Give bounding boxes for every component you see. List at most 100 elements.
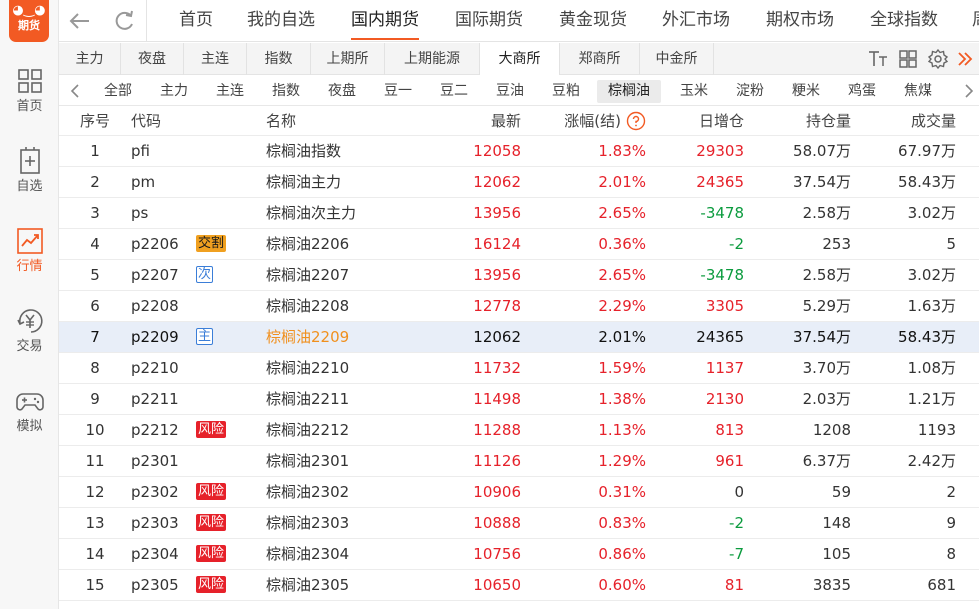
exchange-tab-shfe[interactable]: 上期所 <box>311 43 385 75</box>
sidebar-item-quotes[interactable]: 行情 <box>0 226 59 286</box>
row-last-price: 11498 <box>473 390 521 408</box>
header-name[interactable]: 名称 <box>266 106 426 136</box>
app-logo[interactable]: ◕‿◕ 期货 <box>9 0 49 42</box>
row-change: 1.38% <box>598 390 646 408</box>
category-tab-night[interactable]: 夜盘 <box>319 80 365 103</box>
row-code: pfi <box>131 142 150 160</box>
tab-forex[interactable]: 外汇市场 <box>662 0 730 42</box>
chevron-right-icon[interactable] <box>959 80 979 102</box>
row-oi-change: 2130 <box>705 390 744 408</box>
exchange-tab-night[interactable]: 夜盘 <box>121 43 184 75</box>
table-row[interactable]: 14 p2304 风险 棕榈油2304 10756 0.86% -7 105 8 <box>59 539 979 570</box>
row-change: 0.31% <box>598 483 646 501</box>
table-row[interactable]: 3 ps 棕榈油次主力 13956 2.65% -3478 2.58万 3.02万 <box>59 198 979 229</box>
table-row[interactable]: 1 pfi 棕榈油指数 12058 1.83% 29303 58.07万 67.97万 <box>59 136 979 167</box>
tab-domestic-futures[interactable]: 国内期货 <box>351 0 419 42</box>
header-code[interactable]: 代码 <box>131 106 191 136</box>
row-badge-cell: 次 <box>196 260 236 291</box>
row-badge-cell: 风险 <box>196 570 236 601</box>
tab-international-futures[interactable]: 国际期货 <box>455 0 523 42</box>
row-code: ps <box>131 204 149 222</box>
row-change: 0.36% <box>598 235 646 253</box>
row-position: 2.58万 <box>802 204 851 222</box>
font-size-icon[interactable] <box>867 48 889 70</box>
gear-icon[interactable] <box>927 48 949 70</box>
tab-my-watchlist[interactable]: 我的自选 <box>247 0 315 42</box>
table-row[interactable]: 13 p2303 风险 棕榈油2303 10888 0.83% -2 148 9 <box>59 508 979 539</box>
category-tab-palm-oil[interactable]: 棕榈油 <box>597 80 661 103</box>
exchange-tab-ine[interactable]: 上期能源 <box>385 43 480 75</box>
tab-gold-spot[interactable]: 黄金现货 <box>559 0 627 42</box>
header-change[interactable]: 涨幅(结) <box>539 106 621 136</box>
tab-global-indices[interactable]: 全球指数 <box>870 0 938 42</box>
help-icon[interactable] <box>626 111 646 131</box>
row-volume: 3.02万 <box>907 266 956 284</box>
category-tab-all[interactable]: 全部 <box>95 80 141 103</box>
category-tab-rice[interactable]: 粳米 <box>783 80 829 103</box>
row-code: p2303 <box>131 514 179 532</box>
table-row[interactable]: 10 p2212 风险 棕榈油2212 11288 1.13% 813 1208 1193 <box>59 415 979 446</box>
row-oi-change: 3305 <box>705 297 744 315</box>
table-row[interactable]: 12 p2302 风险 棕榈油2302 10906 0.31% 0 59 2 <box>59 477 979 508</box>
category-tab-soybean-oil[interactable]: 豆油 <box>487 80 533 103</box>
table-row[interactable]: 7 p2209 主 棕榈油2209 12062 2.01% 24365 37.54万 58.43… <box>59 322 979 353</box>
exchange-tab-index[interactable]: 指数 <box>247 43 311 75</box>
table-row[interactable]: 6 p2208 棕榈油2208 12778 2.29% 3305 5.29万 1.63万 <box>59 291 979 322</box>
category-tab-starch[interactable]: 淀粉 <box>727 80 773 103</box>
back-arrow-icon[interactable] <box>67 8 93 34</box>
contract-badge: 风险 <box>196 483 227 500</box>
sidebar-item-trade[interactable]: 交易 <box>0 306 59 366</box>
category-tab-continuous[interactable]: 主连 <box>207 80 253 103</box>
category-tab-index[interactable]: 指数 <box>263 80 309 103</box>
row-badge-cell: 风险 <box>196 539 236 570</box>
table-row[interactable]: 4 p2206 交割 棕榈油2206 16124 0.36% -2 253 5 <box>59 229 979 260</box>
table-row[interactable]: 11 p2301 棕榈油2301 11126 1.29% 961 6.37万 2.42万 <box>59 446 979 477</box>
row-oi-change: 961 <box>715 452 744 470</box>
table-row[interactable]: 5 p2207 次 棕榈油2207 13956 2.65% -3478 2.58万 3.02万 <box>59 260 979 291</box>
category-tab-soybean-meal[interactable]: 豆粕 <box>543 80 589 103</box>
row-change: 0.86% <box>598 545 646 563</box>
row-index: 11 <box>85 452 105 470</box>
category-tab-egg[interactable]: 鸡蛋 <box>839 80 885 103</box>
exchange-tab-main[interactable]: 主力 <box>59 43 121 75</box>
double-chevron-right-icon[interactable] <box>954 48 976 70</box>
exchange-tab-czce[interactable]: 郑商所 <box>560 43 640 75</box>
table-row[interactable]: 8 p2210 棕榈油2210 11732 1.59% 1137 3.70万 1.08万 <box>59 353 979 384</box>
layout-grid-icon[interactable] <box>897 48 919 70</box>
category-tab-soybean-1[interactable]: 豆一 <box>375 80 421 103</box>
table-row[interactable]: 9 p2211 棕榈油2211 11498 1.38% 2130 2.03万 1.21万 <box>59 384 979 415</box>
row-change: 2.01% <box>598 173 646 191</box>
row-volume: 8 <box>946 545 956 563</box>
header-oi-change[interactable]: 日增仓 <box>659 106 744 136</box>
category-tab-soybean-2[interactable]: 豆二 <box>431 80 477 103</box>
row-index: 15 <box>85 576 105 594</box>
sidebar-item-watchlist[interactable]: 自选 <box>0 146 59 206</box>
row-volume: 1.08万 <box>907 359 956 377</box>
row-last-price: 10906 <box>473 483 521 501</box>
sidebar-item-home[interactable]: 首页 <box>0 66 59 126</box>
table-row[interactable]: 2 pm 棕榈油主力 12062 2.01% 24365 37.54万 58.43万 <box>59 167 979 198</box>
table-row[interactable]: 15 p2305 风险 棕榈油2305 10650 0.60% 81 3835 681 <box>59 570 979 601</box>
exchange-tab-continuous[interactable]: 主连 <box>184 43 247 75</box>
tab-home[interactable]: 首页 <box>179 0 213 42</box>
header-last-price[interactable]: 最新 <box>439 106 521 136</box>
row-position: 3.70万 <box>802 359 851 377</box>
category-tab-main[interactable]: 主力 <box>151 80 197 103</box>
header-position[interactable]: 持仓量 <box>759 106 851 136</box>
chevron-left-icon[interactable] <box>65 80 85 102</box>
category-tab-corn[interactable]: 玉米 <box>671 80 717 103</box>
exchange-tab-dce[interactable]: 大商所 <box>480 43 560 75</box>
sidebar-item-simulate[interactable]: 模拟 <box>0 386 59 446</box>
row-name: 棕榈油2207 <box>266 266 350 284</box>
row-last-price: 11288 <box>473 421 521 439</box>
row-change: 1.13% <box>598 421 646 439</box>
row-name: 棕榈油2206 <box>266 235 350 253</box>
exchange-tab-cffex[interactable]: 中金所 <box>640 43 714 75</box>
tab-options[interactable]: 期权市场 <box>766 0 834 42</box>
row-code: p2305 <box>131 576 179 594</box>
category-tab-coking-coal[interactable]: 焦煤 <box>895 80 941 103</box>
header-volume[interactable]: 成交量 <box>864 106 956 136</box>
refresh-icon[interactable] <box>111 8 137 34</box>
header-index[interactable]: 序号 <box>75 106 115 136</box>
tab-overflow[interactable]: 周 <box>972 0 979 42</box>
